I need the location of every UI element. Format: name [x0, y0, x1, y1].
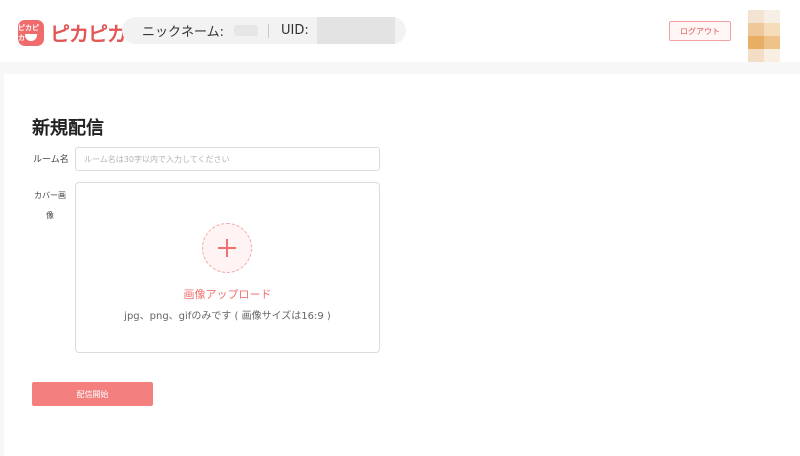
- uid-label: UID:: [281, 23, 309, 38]
- start-stream-button[interactable]: 配信開始: [32, 382, 153, 406]
- divider: [268, 23, 269, 38]
- app-header: ピカピカ ピカピカ ニックネーム: UID: ログアウト: [0, 0, 800, 62]
- nickname-value-redacted: [234, 25, 258, 36]
- page-title: 新規配信: [32, 118, 104, 139]
- user-info: ニックネーム: UID:: [122, 17, 406, 44]
- logout-button[interactable]: ログアウト: [669, 21, 731, 41]
- logo-text: ピカピカ: [50, 22, 127, 46]
- upload-image-link[interactable]: 画像アップロード: [75, 286, 380, 302]
- room-name-label: ルーム名: [33, 155, 69, 165]
- plus-icon: [218, 239, 236, 257]
- upload-format-hint: jpg、png、gifのみです ( 画像サイズは16:9 ): [124, 311, 331, 322]
- uid-value-redacted: [316, 17, 395, 44]
- upload-button[interactable]: [202, 223, 252, 273]
- nickname-label: ニックネーム:: [142, 25, 224, 40]
- logo-icon: ピカピカ: [18, 19, 44, 46]
- avatar[interactable]: [748, 10, 780, 62]
- app-logo[interactable]: ピカピカ ピカピカ: [18, 18, 127, 47]
- cover-image-label: カバー画像: [34, 191, 66, 220]
- room-name-input[interactable]: [75, 147, 380, 171]
